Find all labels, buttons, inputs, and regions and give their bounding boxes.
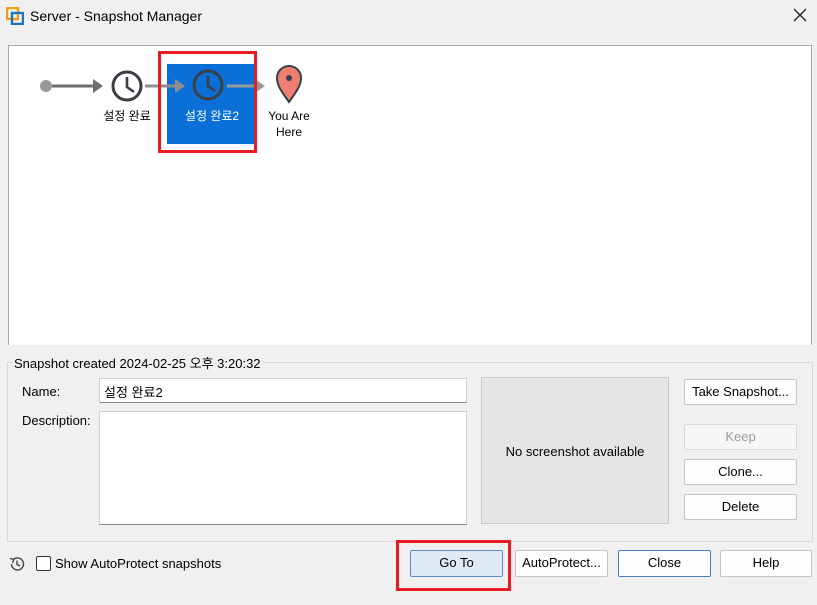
close-window-icon[interactable]: [791, 6, 809, 24]
selected-snapshot-highlight: [158, 51, 257, 153]
you-are-here-line1: You Are: [268, 109, 310, 123]
snapshot-created-label: Snapshot created 2024-02-25 오후 3:20:32: [12, 353, 263, 372]
you-are-here-label: You Are Here: [259, 108, 319, 140]
take-snapshot-button[interactable]: Take Snapshot...: [684, 379, 797, 405]
close-button[interactable]: Close: [618, 550, 711, 577]
window-title: Server - Snapshot Manager: [30, 8, 202, 24]
name-label: Name:: [22, 384, 61, 399]
delete-button[interactable]: Delete: [684, 494, 797, 520]
help-button[interactable]: Help: [720, 550, 812, 577]
name-input[interactable]: 설정 완료2: [99, 378, 467, 403]
snapshot-node-label[interactable]: 설정 완료: [97, 108, 157, 124]
no-screenshot-text: No screenshot available: [505, 444, 645, 459]
connector-arrow-1: [93, 79, 103, 93]
snapshot-tree-graphic: [40, 65, 303, 104]
history-icon: [9, 557, 25, 571]
snapshot-tree-canvas[interactable]: 설정 완료 설정 완료2 You Are Here: [8, 45, 812, 345]
vmware-app-icon: [6, 7, 24, 25]
location-pin-icon: [275, 65, 303, 104]
description-textarea[interactable]: [99, 411, 467, 525]
keep-button[interactable]: Keep: [684, 424, 797, 450]
clone-button[interactable]: Clone...: [684, 459, 797, 485]
go-to-highlight: [396, 540, 511, 591]
screenshot-preview: No screenshot available: [481, 377, 669, 524]
title-bar: Server - Snapshot Manager: [0, 0, 817, 34]
show-autoprotect-label[interactable]: Show AutoProtect snapshots: [55, 556, 221, 571]
description-label: Description:: [22, 413, 91, 428]
root-dot: [40, 80, 52, 92]
show-autoprotect-checkbox[interactable]: [36, 556, 51, 571]
autoprotect-button[interactable]: AutoProtect...: [515, 550, 608, 577]
you-are-here-line2: Here: [275, 125, 302, 139]
snapshot-clock-icon: [111, 70, 143, 102]
